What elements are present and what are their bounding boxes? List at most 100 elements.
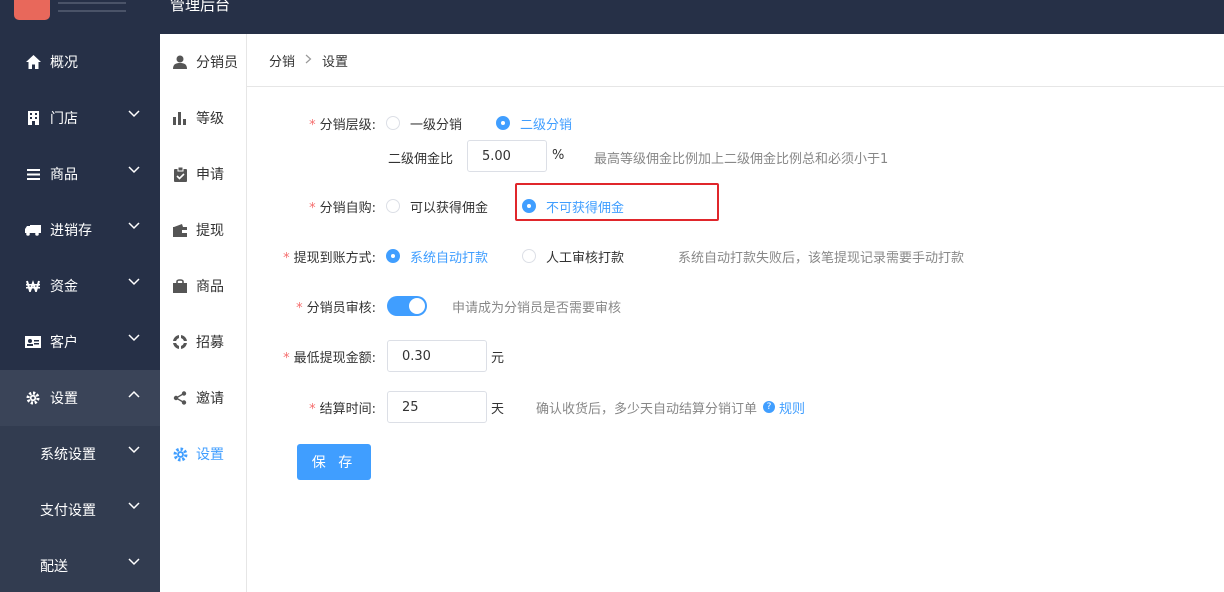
clipboard-icon <box>172 166 188 182</box>
truck-icon <box>24 224 42 236</box>
form-row-review: * 分销员审核: 申请成为分销员是否需要审核 <box>247 293 621 319</box>
review-hint: 申请成为分销员是否需要审核 <box>452 300 622 316</box>
sidebar-item-label: 商品 <box>50 167 78 183</box>
form-row-min-withdraw: *最低提现金额: 元 <box>247 340 504 372</box>
subnav-levels[interactable]: 等级 <box>160 90 246 146</box>
subnav-invite[interactable]: 邀请 <box>160 370 246 426</box>
radio-withdraw-manual[interactable]: 人工审核打款 <box>522 247 624 266</box>
chevron-down-icon <box>128 166 140 174</box>
sidebar-item-label: 设置 <box>50 391 78 407</box>
brand-logo-icon <box>14 0 50 20</box>
sidebar-item-label: 概况 <box>50 55 78 71</box>
user-icon <box>172 55 188 69</box>
withdraw-hint: 系统自动打款失败后，该笔提现记录需要手动打款 <box>678 250 965 266</box>
home-icon <box>24 55 42 69</box>
subnav-goods[interactable]: 商品 <box>160 258 246 314</box>
main-sidebar: 概况 门店 商品 进销存 资金 客户 设置 系统设置 支付设置 配送 <box>0 34 160 592</box>
radio-level-two[interactable]: 二级分销 <box>496 114 572 133</box>
chevron-down-icon <box>128 110 140 118</box>
list-icon <box>24 168 42 180</box>
unit-days: 天 <box>491 401 505 417</box>
id-card-icon <box>24 336 42 348</box>
radio-self-can-earn[interactable]: 可以获得佣金 <box>386 197 488 216</box>
commission-rate-input[interactable] <box>467 140 547 172</box>
save-button[interactable]: 保 存 <box>297 444 371 480</box>
sidebar-item-customer[interactable]: 客户 <box>0 314 160 370</box>
chevron-down-icon <box>128 278 140 286</box>
subnav-recruit[interactable]: 招募 <box>160 314 246 370</box>
chevron-down-icon <box>128 334 140 342</box>
subnav-applications[interactable]: 申请 <box>160 146 246 202</box>
top-header: 管理后台 <box>0 0 1224 34</box>
subnav-label: 招募 <box>196 335 224 351</box>
bar-chart-icon <box>172 111 188 125</box>
field-label: * 结算时间: <box>309 401 376 417</box>
chevron-down-icon <box>128 222 140 230</box>
field-label: * 提现到账方式: <box>283 250 376 266</box>
subnav-label: 商品 <box>196 279 224 295</box>
subnav-label: 邀请 <box>196 391 224 407</box>
gear-icon <box>172 447 188 462</box>
gear-icon <box>24 391 42 405</box>
breadcrumb-current: 设置 <box>322 54 349 70</box>
sidebar-subitem-delivery[interactable]: 配送 <box>0 538 160 592</box>
sidebar-subitem-label: 配送 <box>40 559 68 575</box>
chevron-down-icon <box>128 446 140 454</box>
brand-logo-text <box>58 2 126 12</box>
sidebar-item-inventory[interactable]: 进销存 <box>0 202 160 258</box>
rules-link[interactable]: ? 规则 <box>763 398 805 417</box>
app-title: 管理后台 <box>170 0 231 14</box>
sidebar-item-funds[interactable]: 资金 <box>0 258 160 314</box>
sidebar-item-goods[interactable]: 商品 <box>0 146 160 202</box>
sidebar-item-label: 进销存 <box>50 223 92 239</box>
settle-hint: 确认收货后，多少天自动结算分销订单 <box>536 401 758 417</box>
field-label: * 分销自购: <box>309 200 376 216</box>
subnav-label: 提现 <box>196 223 224 239</box>
bag-icon <box>172 279 188 293</box>
form-row-settle: *结算时间: 天 确认收货后，多少天自动结算分销订单 ? 规则 <box>247 391 805 423</box>
breadcrumb-parent[interactable]: 分销 <box>269 51 295 70</box>
radio-withdraw-auto[interactable]: 系统自动打款 <box>386 247 488 266</box>
subnav-label: 等级 <box>196 111 224 127</box>
sidebar-subitem-label: 支付设置 <box>40 503 96 519</box>
sidebar-item-settings[interactable]: 设置 <box>0 370 160 426</box>
sidebar-subitem-payment-settings[interactable]: 支付设置 <box>0 482 160 538</box>
field-label: * 分销层级: <box>309 117 376 133</box>
sidebar-item-store[interactable]: 门店 <box>0 90 160 146</box>
unit-percent: % <box>552 148 565 163</box>
subnav-label: 分销员 <box>196 55 238 71</box>
subnav-label: 申请 <box>196 167 224 183</box>
commission-hint: 最高等级佣金比例加上二级佣金比例总和必须小于1 <box>594 152 889 167</box>
sidebar-subitem-system-settings[interactable]: 系统设置 <box>0 426 160 482</box>
subnav-settings[interactable]: 设置 <box>160 426 246 482</box>
chevron-up-icon <box>128 390 140 398</box>
sidebar-item-label: 资金 <box>50 279 78 295</box>
sidebar-item-overview[interactable]: 概况 <box>0 34 160 90</box>
building-icon <box>24 111 42 125</box>
sidebar-subitem-label: 系统设置 <box>40 447 96 463</box>
sidebar-item-label: 门店 <box>50 111 78 127</box>
sidebar-item-label: 客户 <box>50 335 78 351</box>
settle-days-input[interactable] <box>387 391 487 423</box>
wallet-icon <box>172 223 188 237</box>
form-row-withdraw: * 提现到账方式: 系统自动打款 人工审核打款 系统自动打款失败后，该笔提现记录需… <box>247 243 964 269</box>
breadcrumb: 分销 设置 <box>247 34 1224 87</box>
settings-submenu: 系统设置 支付设置 配送 <box>0 426 160 592</box>
subnav-distributors[interactable]: 分销员 <box>160 34 246 90</box>
radio-level-one[interactable]: 一级分销 <box>386 114 462 133</box>
share-icon <box>172 391 188 405</box>
question-icon: ? <box>763 401 776 413</box>
field-label: 二级佣金比 <box>388 152 454 167</box>
min-withdraw-input[interactable] <box>387 340 487 372</box>
review-toggle-switch[interactable] <box>387 296 427 316</box>
chevron-down-icon <box>128 558 140 566</box>
chevron-down-icon <box>128 502 140 510</box>
form-row-level: * 分销层级: 一级分销 二级分销 <box>247 110 572 136</box>
recruit-icon <box>172 335 188 349</box>
subnav-withdraw[interactable]: 提现 <box>160 202 246 258</box>
distribution-sidebar: 分销员 等级 申请 提现 商品 招募 邀请 设置 <box>160 34 247 592</box>
highlight-box <box>515 183 719 221</box>
field-label: * 分销员审核: <box>296 300 376 316</box>
subnav-label: 设置 <box>196 447 224 463</box>
field-label: * 最低提现金额: <box>283 350 376 366</box>
